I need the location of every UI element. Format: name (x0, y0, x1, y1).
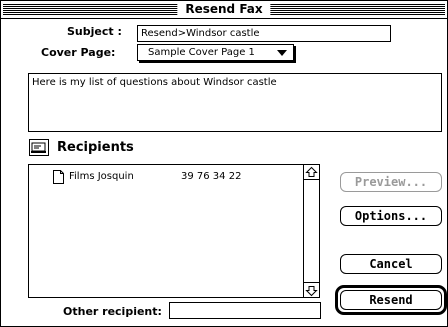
resend-fax-dialog: Resend Fax Subject : Resend>Windsor cast… (0, 0, 448, 327)
cover-page-popup[interactable]: Sample Cover Page 1 (137, 44, 294, 61)
other-recipient-label: Other recipient: (63, 305, 162, 318)
options-button[interactable]: Options... (340, 206, 442, 226)
rolodex-icon[interactable] (29, 139, 49, 156)
preview-button[interactable]: Preview... (340, 172, 442, 192)
message-text-area[interactable]: Here is my list of questions about Winds… (28, 73, 442, 132)
subject-field[interactable]: Resend>Windsor castle (137, 25, 391, 42)
resend-button[interactable]: Resend (340, 290, 442, 310)
recipient-fax-number: 39 76 34 22 (181, 171, 242, 182)
title-bar[interactable]: Resend Fax (1, 1, 447, 19)
recipients-list[interactable]: Films Josquin 39 76 34 22 (28, 164, 320, 298)
scroll-up-arrow[interactable] (304, 165, 319, 180)
cover-page-value: Sample Cover Page 1 (148, 47, 255, 58)
scrollbar[interactable] (303, 165, 319, 297)
cancel-button[interactable]: Cancel (340, 254, 442, 274)
recipients-heading: Recipients (57, 140, 134, 155)
chevron-down-icon (277, 50, 287, 56)
recipient-name: Films Josquin (69, 171, 134, 182)
other-recipient-field[interactable] (169, 302, 321, 319)
window-title: Resend Fax (177, 2, 271, 17)
subject-label: Subject : (67, 25, 122, 38)
cover-page-label: Cover Page: (41, 46, 116, 59)
scroll-down-arrow[interactable] (304, 282, 319, 297)
document-icon (53, 170, 64, 184)
